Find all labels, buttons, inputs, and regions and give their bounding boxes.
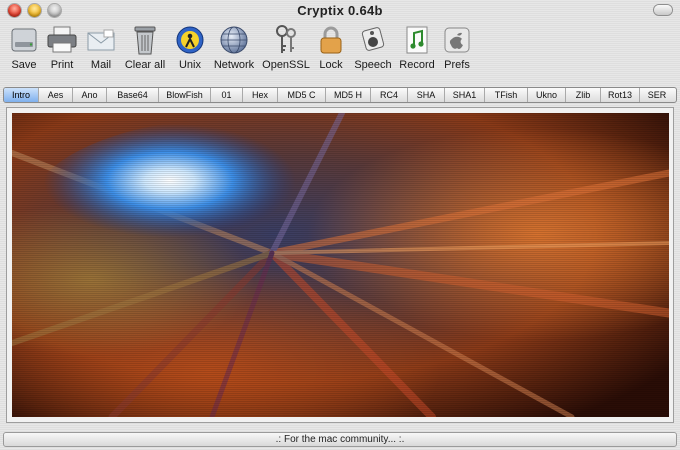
tab-intro[interactable]: Intro bbox=[4, 88, 39, 102]
app-window: Cryptix 0.64b Save Print Mail Clear all … bbox=[0, 0, 680, 450]
tab-zlib[interactable]: Zlib bbox=[566, 88, 601, 102]
printer-icon bbox=[46, 24, 78, 56]
hard-drive-icon bbox=[8, 24, 40, 56]
tab-md5-c[interactable]: MD5 C bbox=[278, 88, 326, 102]
envelope-icon bbox=[85, 24, 117, 56]
tab-rc4[interactable]: RC4 bbox=[371, 88, 408, 102]
network-button[interactable]: Network bbox=[211, 24, 257, 74]
unix-globe-icon bbox=[174, 24, 206, 56]
print-button[interactable]: Print bbox=[45, 24, 79, 74]
record-button[interactable]: Record bbox=[398, 24, 436, 74]
tab-blowfish[interactable]: BlowFish bbox=[159, 88, 211, 102]
mail-button[interactable]: Mail bbox=[85, 24, 117, 74]
tab-ser[interactable]: SER bbox=[640, 88, 674, 102]
tab-sha[interactable]: SHA bbox=[408, 88, 445, 102]
unix-button[interactable]: Unix bbox=[175, 24, 205, 74]
apple-prefs-icon bbox=[441, 24, 473, 56]
toolbar: Save Print Mail Clear all Unix Network O… bbox=[0, 22, 680, 76]
tab-bar: Intro Aes Ano Base64 BlowFish 01 Hex MD5… bbox=[3, 87, 677, 103]
tab-sha1[interactable]: SHA1 bbox=[445, 88, 485, 102]
network-globe-icon bbox=[218, 24, 250, 56]
tab-01[interactable]: 01 bbox=[211, 88, 243, 102]
tab-rot13[interactable]: Rot13 bbox=[601, 88, 640, 102]
openssl-button[interactable]: OpenSSL bbox=[262, 24, 310, 74]
intro-splash-image bbox=[12, 113, 669, 417]
clear-all-button[interactable]: Clear all bbox=[122, 24, 168, 74]
prefs-button[interactable]: Prefs bbox=[442, 24, 472, 74]
tab-tfish[interactable]: TFish bbox=[485, 88, 528, 102]
tab-ukno[interactable]: Ukno bbox=[528, 88, 566, 102]
lock-button[interactable]: Lock bbox=[316, 24, 346, 74]
speaker-icon bbox=[357, 24, 389, 56]
keys-icon bbox=[270, 24, 302, 56]
title-bar: Cryptix 0.64b bbox=[0, 0, 680, 22]
tab-ano[interactable]: Ano bbox=[73, 88, 107, 102]
tab-aes[interactable]: Aes bbox=[39, 88, 73, 102]
speech-button[interactable]: Speech bbox=[353, 24, 393, 74]
status-bar: .: For the mac community... :. bbox=[3, 432, 677, 447]
padlock-icon bbox=[315, 24, 347, 56]
trash-can-icon bbox=[129, 24, 161, 56]
window-title: Cryptix 0.64b bbox=[297, 3, 383, 18]
toolbar-toggle-button[interactable] bbox=[654, 5, 672, 15]
music-document-icon bbox=[401, 24, 433, 56]
tab-base64[interactable]: Base64 bbox=[107, 88, 159, 102]
tab-md5-h[interactable]: MD5 H bbox=[326, 88, 371, 102]
save-button[interactable]: Save bbox=[7, 24, 41, 74]
tab-hex[interactable]: Hex bbox=[243, 88, 278, 102]
